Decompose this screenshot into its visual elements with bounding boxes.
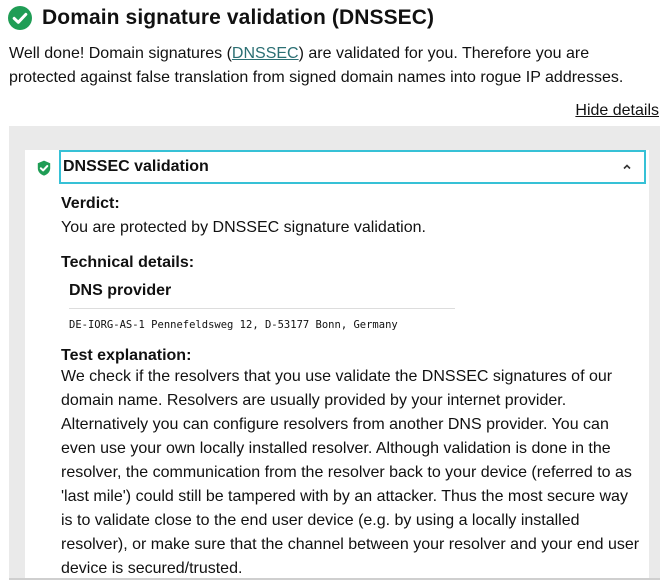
details-panel: DNSSEC validation Verdict: You are prote… xyxy=(9,126,660,580)
intro-text: Well done! Domain signatures (DNSSEC) ar… xyxy=(9,45,624,86)
dnssec-accordion-header[interactable]: DNSSEC validation xyxy=(59,150,646,184)
hide-details-link[interactable]: Hide details xyxy=(575,102,659,120)
dns-provider-header: DNS provider xyxy=(69,279,455,309)
verdict-text: You are protected by DNSSEC signature va… xyxy=(61,219,426,236)
dns-provider-table: DNS provider DE-IORG-AS-1 Pennefeldsweg … xyxy=(69,279,455,335)
check-circle-icon xyxy=(8,6,32,30)
chevron-up-icon[interactable] xyxy=(622,160,632,175)
page-title: Domain signature validation (DNSSEC) xyxy=(42,6,435,29)
accordion-content: Verdict: You are protected by DNSSEC sig… xyxy=(61,192,641,581)
test-explanation-label: Test explanation: xyxy=(61,347,192,364)
details-card: DNSSEC validation Verdict: You are prote… xyxy=(25,150,649,578)
accordion-title: DNSSEC validation xyxy=(63,158,209,175)
check-circle-icon xyxy=(37,160,51,176)
test-header: Domain signature validation (DNSSEC) xyxy=(8,6,434,30)
test-explanation-text: We check if the resolvers that you use v… xyxy=(61,368,640,577)
technical-details-label: Technical details: xyxy=(61,254,195,271)
dnssec-link[interactable]: DNSSEC xyxy=(232,45,299,62)
verdict-label: Verdict: xyxy=(61,195,120,212)
dns-provider-value: DE-IORG-AS-1 Pennefeldsweg 12, D-53177 B… xyxy=(69,319,398,331)
